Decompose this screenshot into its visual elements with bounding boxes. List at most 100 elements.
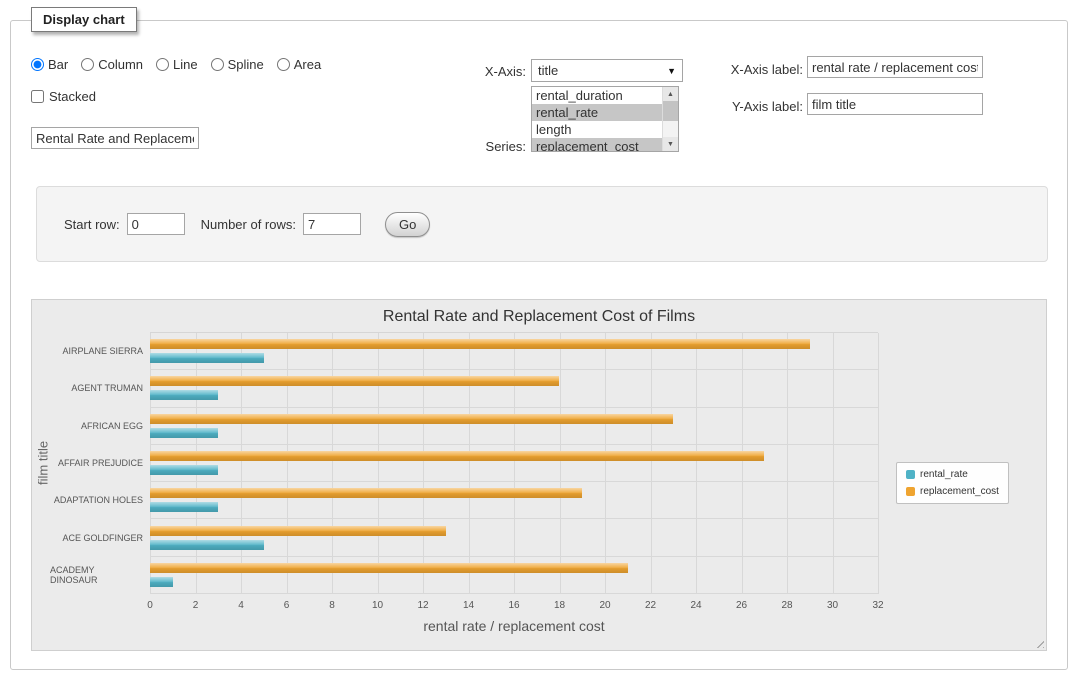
chart-legend: rental_rate replacement_cost [896, 462, 1009, 504]
resize-handle-icon[interactable] [1033, 637, 1044, 648]
x-tick-label: 24 [690, 600, 701, 611]
plot-area [150, 332, 878, 594]
bar-replacement_cost [150, 451, 764, 461]
chart-type-option-area[interactable]: Area [277, 57, 321, 72]
listbox-scrollbar[interactable]: ▲ ▼ [662, 87, 678, 151]
x-tick-label: 22 [645, 600, 656, 611]
series-option-length[interactable]: length [532, 121, 662, 138]
chart-type-option-label: Bar [48, 57, 68, 72]
x-tick-label: 30 [827, 600, 838, 611]
x-axis-label-label: X-Axis label: [631, 62, 803, 77]
x-tick-label: 18 [554, 600, 565, 611]
x-tick-label: 14 [463, 600, 474, 611]
bar-rental_rate [150, 428, 218, 438]
chart-container: Rental Rate and Replacement Cost of Film… [31, 299, 1047, 651]
number-of-rows-input[interactable] [303, 213, 361, 235]
x-axis-ticks: 02468101214161820222426283032 [150, 600, 878, 612]
x-tick-label: 28 [781, 600, 792, 611]
chart-type-option-column[interactable]: Column [81, 57, 143, 72]
bar-replacement_cost [150, 376, 559, 386]
x-tick-label: 6 [284, 600, 290, 611]
number-of-rows-label: Number of rows: [201, 217, 296, 232]
chart-type-option-bar[interactable]: Bar [31, 57, 68, 72]
x-tick-label: 32 [872, 600, 883, 611]
chart-title-input[interactable] [31, 127, 199, 149]
x-tick-label: 10 [372, 600, 383, 611]
y-axis-label-input[interactable] [807, 93, 983, 115]
chart-type-option-label: Area [294, 57, 321, 72]
category-band [150, 445, 878, 482]
x-axis-label-input[interactable] [807, 56, 983, 78]
chart-type-radio-spline[interactable] [211, 58, 224, 71]
x-tick-label: 8 [329, 600, 335, 611]
scroll-down-icon[interactable]: ▼ [663, 137, 678, 151]
chart-type-radio-bar[interactable] [31, 58, 44, 71]
category-band [150, 519, 878, 556]
x-tick-label: 26 [736, 600, 747, 611]
bar-replacement_cost [150, 563, 628, 573]
x-axis-select-label: X-Axis: [431, 64, 526, 79]
chart-title: Rental Rate and Replacement Cost of Film… [32, 308, 1046, 326]
bar-replacement_cost [150, 488, 582, 498]
y-category-label: AIRPLANE SIERRA [50, 332, 150, 369]
y-category-labels: AIRPLANE SIERRAAGENT TRUMANAFRICAN EGGAF… [50, 332, 150, 594]
bar-replacement_cost [150, 414, 673, 424]
legend-item-rental_rate[interactable]: rental_rate [906, 469, 999, 480]
legend-swatch-icon [906, 487, 915, 496]
chart-type-option-label: Spline [228, 57, 264, 72]
y-category-label: ACADEMY DINOSAUR [50, 557, 150, 594]
stacked-checkbox-row[interactable]: Stacked [31, 89, 96, 104]
gridline [878, 333, 879, 594]
chart-type-radio-line[interactable] [156, 58, 169, 71]
rows-panel: Start row: Number of rows: Go [36, 186, 1048, 262]
y-category-label: AGENT TRUMAN [50, 369, 150, 406]
chart-type-radio-area[interactable] [277, 58, 290, 71]
panel-title: Display chart [31, 7, 137, 32]
x-tick-label: 4 [238, 600, 244, 611]
bar-rental_rate [150, 465, 218, 475]
y-axis-label-label: Y-Axis label: [631, 99, 803, 114]
y-category-label: ADAPTATION HOLES [50, 482, 150, 519]
display-chart-panel: Display chart BarColumnLineSplineArea St… [10, 20, 1068, 670]
y-category-label: ACE GOLDFINGER [50, 519, 150, 556]
x-tick-label: 2 [193, 600, 199, 611]
bar-rental_rate [150, 390, 218, 400]
chart-type-radio-column[interactable] [81, 58, 94, 71]
bar-rental_rate [150, 502, 218, 512]
start-row-input[interactable] [127, 213, 185, 235]
y-category-label: AFFAIR PREJUDICE [50, 444, 150, 481]
x-tick-label: 0 [147, 600, 153, 611]
legend-item-replacement_cost[interactable]: replacement_cost [906, 486, 999, 497]
x-tick-label: 16 [508, 600, 519, 611]
stacked-checkbox[interactable] [31, 90, 44, 103]
bar-rental_rate [150, 540, 264, 550]
series-listbox-label: Series: [431, 139, 526, 154]
category-band [150, 333, 878, 370]
chart-x-axis-title: rental rate / replacement cost [150, 618, 878, 634]
chart-type-option-label: Column [98, 57, 143, 72]
category-band [150, 557, 878, 594]
bar-rental_rate [150, 577, 173, 587]
category-band [150, 370, 878, 407]
stacked-label: Stacked [49, 89, 96, 104]
legend-swatch-icon [906, 470, 915, 479]
go-button[interactable]: Go [385, 212, 430, 237]
legend-label: replacement_cost [920, 486, 999, 497]
bar-rental_rate [150, 353, 264, 363]
legend-label: rental_rate [920, 469, 968, 480]
chart-type-option-spline[interactable]: Spline [211, 57, 264, 72]
chart-type-radio-group: Bar Column Line Spline Area [31, 57, 321, 72]
bar-replacement_cost [150, 526, 446, 536]
series-option-replacement_cost[interactable]: replacement_cost [532, 138, 662, 151]
x-axis-selected-value: title [538, 63, 558, 78]
y-category-label: AFRICAN EGG [50, 407, 150, 444]
x-tick-label: 20 [599, 600, 610, 611]
x-tick-label: 12 [417, 600, 428, 611]
chart-type-option-line[interactable]: Line [156, 57, 198, 72]
chart-type-option-label: Line [173, 57, 198, 72]
series-listbox[interactable]: rental_durationrental_ratelengthreplacem… [531, 86, 679, 152]
start-row-label: Start row: [64, 217, 120, 232]
bar-replacement_cost [150, 339, 810, 349]
category-band [150, 408, 878, 445]
category-band [150, 482, 878, 519]
